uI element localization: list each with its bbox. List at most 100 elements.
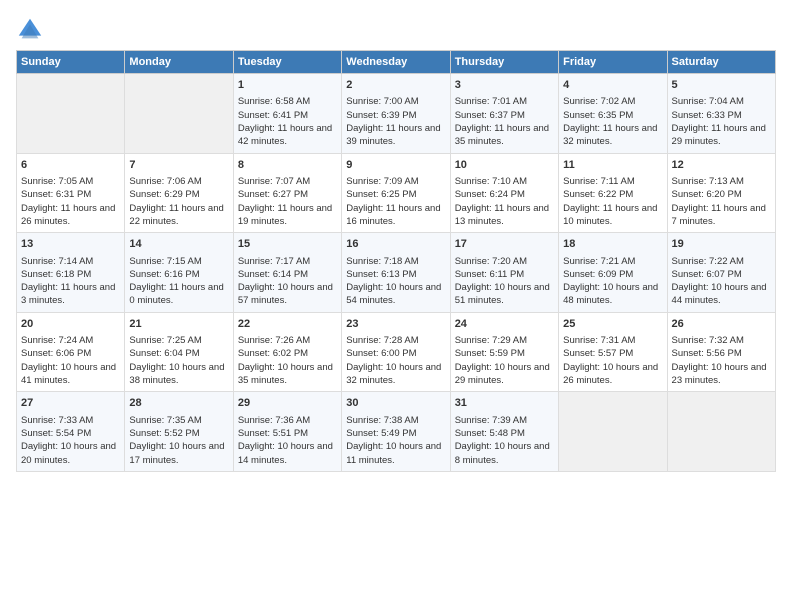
header-day-wednesday: Wednesday xyxy=(342,51,450,74)
calendar-cell: 7 Sunrise: 7:06 AM Sunset: 6:29 PM Daylig… xyxy=(125,153,233,233)
day-number: 8 xyxy=(238,158,337,173)
day-number: 1 xyxy=(238,78,337,93)
calendar-cell: 2 Sunrise: 7:00 AM Sunset: 6:39 PM Daylig… xyxy=(342,74,450,154)
calendar-cell: 3 Sunrise: 7:01 AM Sunset: 6:37 PM Daylig… xyxy=(450,74,558,154)
day-number: 26 xyxy=(672,317,771,332)
calendar-cell: 29Sunrise: 7:36 AM Sunset: 5:51 PM Dayli… xyxy=(233,392,341,472)
day-info: Sunrise: 7:32 AM Sunset: 5:56 PM Dayligh… xyxy=(672,334,771,387)
day-number: 14 xyxy=(129,237,228,252)
calendar-cell: 12Sunrise: 7:13 AM Sunset: 6:20 PM Dayli… xyxy=(667,153,775,233)
day-info: Sunrise: 7:38 AM Sunset: 5:49 PM Dayligh… xyxy=(346,414,445,467)
week-row-3: 13Sunrise: 7:14 AM Sunset: 6:18 PM Dayli… xyxy=(17,233,776,313)
week-row-5: 27 Sunrise: 7:33 AM Sunset: 5:54 PM Dayli… xyxy=(17,392,776,472)
day-info: Sunrise: 7:18 AM Sunset: 6:13 PM Dayligh… xyxy=(346,255,445,308)
day-info: Sunrise: 6:58 AM Sunset: 6:41 PM Dayligh… xyxy=(238,95,337,148)
day-number: 30 xyxy=(346,396,445,411)
day-number: 22 xyxy=(238,317,337,332)
calendar-cell: 1 Sunrise: 6:58 AM Sunset: 6:41 PM Daylig… xyxy=(233,74,341,154)
day-number: 16 xyxy=(346,237,445,252)
header-day-tuesday: Tuesday xyxy=(233,51,341,74)
day-info: Sunrise: 7:20 AM Sunset: 6:11 PM Dayligh… xyxy=(455,255,554,308)
day-info: Sunrise: 7:36 AM Sunset: 5:51 PM Dayligh… xyxy=(238,414,337,467)
day-number: 20 xyxy=(21,317,120,332)
header-day-thursday: Thursday xyxy=(450,51,558,74)
day-number: 19 xyxy=(672,237,771,252)
day-info: Sunrise: 7:22 AM Sunset: 6:07 PM Dayligh… xyxy=(672,255,771,308)
logo xyxy=(16,16,48,44)
calendar-cell xyxy=(125,74,233,154)
day-info: Sunrise: 7:17 AM Sunset: 6:14 PM Dayligh… xyxy=(238,255,337,308)
day-number: 23 xyxy=(346,317,445,332)
calendar-cell: 28 Sunrise: 7:35 AM Sunset: 5:52 PM Dayli… xyxy=(125,392,233,472)
calendar-cell: 27 Sunrise: 7:33 AM Sunset: 5:54 PM Dayli… xyxy=(17,392,125,472)
day-info: Sunrise: 7:06 AM Sunset: 6:29 PM Dayligh… xyxy=(129,175,228,228)
header-day-saturday: Saturday xyxy=(667,51,775,74)
day-number: 4 xyxy=(563,78,662,93)
day-number: 21 xyxy=(129,317,228,332)
calendar-cell: 10 Sunrise: 7:10 AM Sunset: 6:24 PM Dayli… xyxy=(450,153,558,233)
day-info: Sunrise: 7:15 AM Sunset: 6:16 PM Dayligh… xyxy=(129,255,228,308)
header xyxy=(16,16,776,44)
day-info: Sunrise: 7:01 AM Sunset: 6:37 PM Dayligh… xyxy=(455,95,554,148)
week-row-1: 1 Sunrise: 6:58 AM Sunset: 6:41 PM Daylig… xyxy=(17,74,776,154)
header-day-friday: Friday xyxy=(559,51,667,74)
day-number: 17 xyxy=(455,237,554,252)
day-info: Sunrise: 7:09 AM Sunset: 6:25 PM Dayligh… xyxy=(346,175,445,228)
day-info: Sunrise: 7:35 AM Sunset: 5:52 PM Dayligh… xyxy=(129,414,228,467)
day-info: Sunrise: 7:05 AM Sunset: 6:31 PM Dayligh… xyxy=(21,175,120,228)
day-number: 5 xyxy=(672,78,771,93)
calendar-cell: 30 Sunrise: 7:38 AM Sunset: 5:49 PM Dayli… xyxy=(342,392,450,472)
calendar-cell: 5 Sunrise: 7:04 AM Sunset: 6:33 PM Daylig… xyxy=(667,74,775,154)
calendar-cell: 24 Sunrise: 7:29 AM Sunset: 5:59 PM Dayli… xyxy=(450,312,558,392)
calendar-cell: 25 Sunrise: 7:31 AM Sunset: 5:57 PM Dayli… xyxy=(559,312,667,392)
day-number: 31 xyxy=(455,396,554,411)
day-info: Sunrise: 7:00 AM Sunset: 6:39 PM Dayligh… xyxy=(346,95,445,148)
day-number: 12 xyxy=(672,158,771,173)
day-info: Sunrise: 7:07 AM Sunset: 6:27 PM Dayligh… xyxy=(238,175,337,228)
day-info: Sunrise: 7:26 AM Sunset: 6:02 PM Dayligh… xyxy=(238,334,337,387)
calendar-cell: 9Sunrise: 7:09 AM Sunset: 6:25 PM Daylig… xyxy=(342,153,450,233)
calendar-cell: 22 Sunrise: 7:26 AM Sunset: 6:02 PM Dayli… xyxy=(233,312,341,392)
day-number: 7 xyxy=(129,158,228,173)
calendar-cell: 31Sunrise: 7:39 AM Sunset: 5:48 PM Dayli… xyxy=(450,392,558,472)
week-row-4: 20Sunrise: 7:24 AM Sunset: 6:06 PM Dayli… xyxy=(17,312,776,392)
calendar-cell: 17 Sunrise: 7:20 AM Sunset: 6:11 PM Dayli… xyxy=(450,233,558,313)
week-row-2: 6Sunrise: 7:05 AM Sunset: 6:31 PM Daylig… xyxy=(17,153,776,233)
calendar-header-row: SundayMondayTuesdayWednesdayThursdayFrid… xyxy=(17,51,776,74)
day-number: 28 xyxy=(129,396,228,411)
calendar-cell: 18Sunrise: 7:21 AM Sunset: 6:09 PM Dayli… xyxy=(559,233,667,313)
day-number: 18 xyxy=(563,237,662,252)
calendar-cell xyxy=(667,392,775,472)
calendar-cell: 20Sunrise: 7:24 AM Sunset: 6:06 PM Dayli… xyxy=(17,312,125,392)
day-number: 3 xyxy=(455,78,554,93)
calendar-cell xyxy=(17,74,125,154)
calendar-cell: 8 Sunrise: 7:07 AM Sunset: 6:27 PM Daylig… xyxy=(233,153,341,233)
day-number: 2 xyxy=(346,78,445,93)
calendar-cell: 21 Sunrise: 7:25 AM Sunset: 6:04 PM Dayli… xyxy=(125,312,233,392)
day-number: 11 xyxy=(563,158,662,173)
logo-icon xyxy=(16,16,44,44)
calendar-cell: 6Sunrise: 7:05 AM Sunset: 6:31 PM Daylig… xyxy=(17,153,125,233)
day-number: 25 xyxy=(563,317,662,332)
calendar-cell xyxy=(559,392,667,472)
day-info: Sunrise: 7:28 AM Sunset: 6:00 PM Dayligh… xyxy=(346,334,445,387)
day-number: 10 xyxy=(455,158,554,173)
calendar-cell: 23 Sunrise: 7:28 AM Sunset: 6:00 PM Dayli… xyxy=(342,312,450,392)
calendar-cell: 19 Sunrise: 7:22 AM Sunset: 6:07 PM Dayli… xyxy=(667,233,775,313)
calendar-cell: 14 Sunrise: 7:15 AM Sunset: 6:16 PM Dayli… xyxy=(125,233,233,313)
day-info: Sunrise: 7:33 AM Sunset: 5:54 PM Dayligh… xyxy=(21,414,120,467)
day-info: Sunrise: 7:29 AM Sunset: 5:59 PM Dayligh… xyxy=(455,334,554,387)
day-info: Sunrise: 7:14 AM Sunset: 6:18 PM Dayligh… xyxy=(21,255,120,308)
day-info: Sunrise: 7:10 AM Sunset: 6:24 PM Dayligh… xyxy=(455,175,554,228)
day-info: Sunrise: 7:25 AM Sunset: 6:04 PM Dayligh… xyxy=(129,334,228,387)
day-info: Sunrise: 7:02 AM Sunset: 6:35 PM Dayligh… xyxy=(563,95,662,148)
day-info: Sunrise: 7:31 AM Sunset: 5:57 PM Dayligh… xyxy=(563,334,662,387)
day-number: 24 xyxy=(455,317,554,332)
calendar-cell: 16 Sunrise: 7:18 AM Sunset: 6:13 PM Dayli… xyxy=(342,233,450,313)
day-number: 15 xyxy=(238,237,337,252)
day-info: Sunrise: 7:04 AM Sunset: 6:33 PM Dayligh… xyxy=(672,95,771,148)
calendar-cell: 4 Sunrise: 7:02 AM Sunset: 6:35 PM Daylig… xyxy=(559,74,667,154)
calendar-cell: 13Sunrise: 7:14 AM Sunset: 6:18 PM Dayli… xyxy=(17,233,125,313)
calendar-table: SundayMondayTuesdayWednesdayThursdayFrid… xyxy=(16,50,776,472)
day-number: 27 xyxy=(21,396,120,411)
